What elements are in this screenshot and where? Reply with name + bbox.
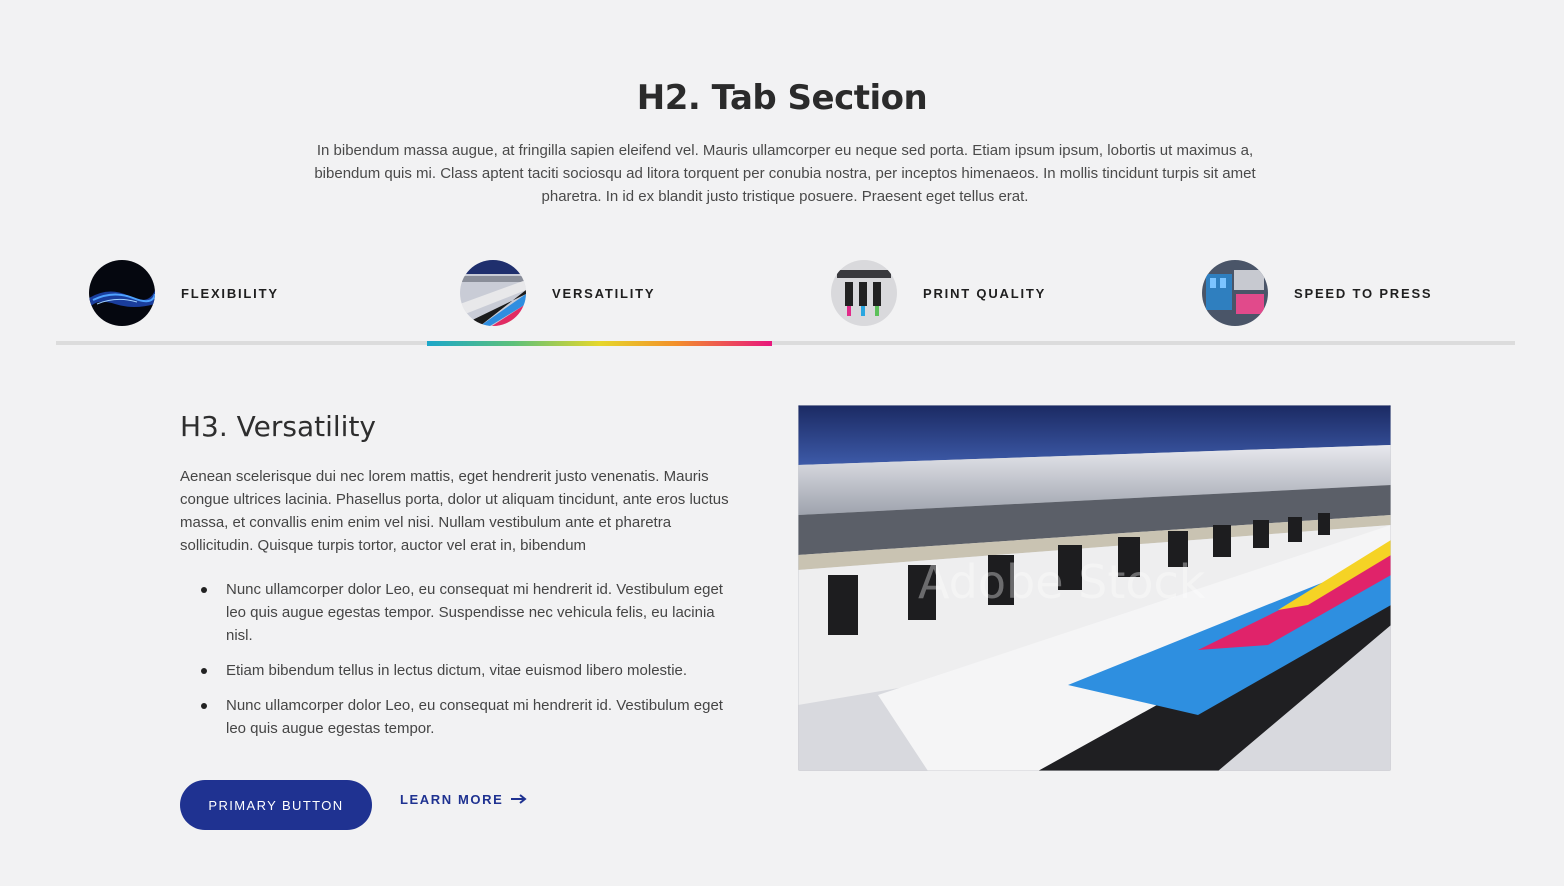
tab-label: FLEXIBILITY: [181, 285, 279, 301]
learn-more-label: LEARN MORE: [400, 792, 504, 807]
tab-versatility[interactable]: VERSATILITY: [427, 255, 772, 345]
list-item: Etiam bibendum tellus in lectus dictum, …: [180, 659, 740, 682]
content-title: H3. Versatility: [180, 410, 376, 443]
speed-to-press-thumbnail: [1202, 260, 1268, 326]
bullet-icon: [201, 668, 207, 674]
tab-section: H2. Tab Section In bibendum massa augue,…: [0, 0, 1564, 886]
arrow-right-icon: [511, 792, 527, 807]
list-item-text: Nunc ullamcorper dolor Leo, eu consequat…: [226, 697, 723, 737]
bullet-list: Nunc ullamcorper dolor Leo, eu consequat…: [180, 578, 740, 752]
tab-bar: FLEXIBILITY VERSATILITY PRINT QUALITY SP…: [56, 255, 1515, 348]
section-title: H2. Tab Section: [636, 78, 928, 118]
learn-more-link[interactable]: LEARN MORE: [400, 792, 527, 807]
versatility-thumbnail: [460, 260, 526, 326]
flexibility-thumbnail: [89, 260, 155, 326]
list-item-text: Etiam bibendum tellus in lectus dictum, …: [226, 662, 688, 679]
section-intro: In bibendum massa augue, at fringilla sa…: [314, 142, 1256, 205]
tab-print-quality[interactable]: PRINT QUALITY: [798, 255, 1143, 345]
tab-speed-to-press[interactable]: SPEED TO PRESS: [1169, 255, 1514, 345]
printer-image: Adobe Stock: [798, 405, 1391, 771]
active-tab-indicator: [427, 341, 772, 346]
bullet-icon: [201, 587, 207, 593]
list-item: Nunc ullamcorper dolor Leo, eu consequat…: [180, 578, 740, 647]
tab-label: PRINT QUALITY: [923, 285, 1047, 301]
bullet-icon: [201, 703, 207, 709]
tab-label: SPEED TO PRESS: [1294, 285, 1433, 301]
tab-label: VERSATILITY: [552, 285, 656, 301]
list-item-text: Nunc ullamcorper dolor Leo, eu consequat…: [226, 581, 723, 644]
content-body: Aenean scelerisque dui nec lorem mattis,…: [180, 468, 729, 554]
list-item: Nunc ullamcorper dolor Leo, eu consequat…: [180, 694, 740, 740]
tab-flexibility[interactable]: FLEXIBILITY: [56, 255, 401, 345]
primary-button[interactable]: PRIMARY BUTTON: [180, 780, 372, 830]
print-quality-thumbnail: [831, 260, 897, 326]
